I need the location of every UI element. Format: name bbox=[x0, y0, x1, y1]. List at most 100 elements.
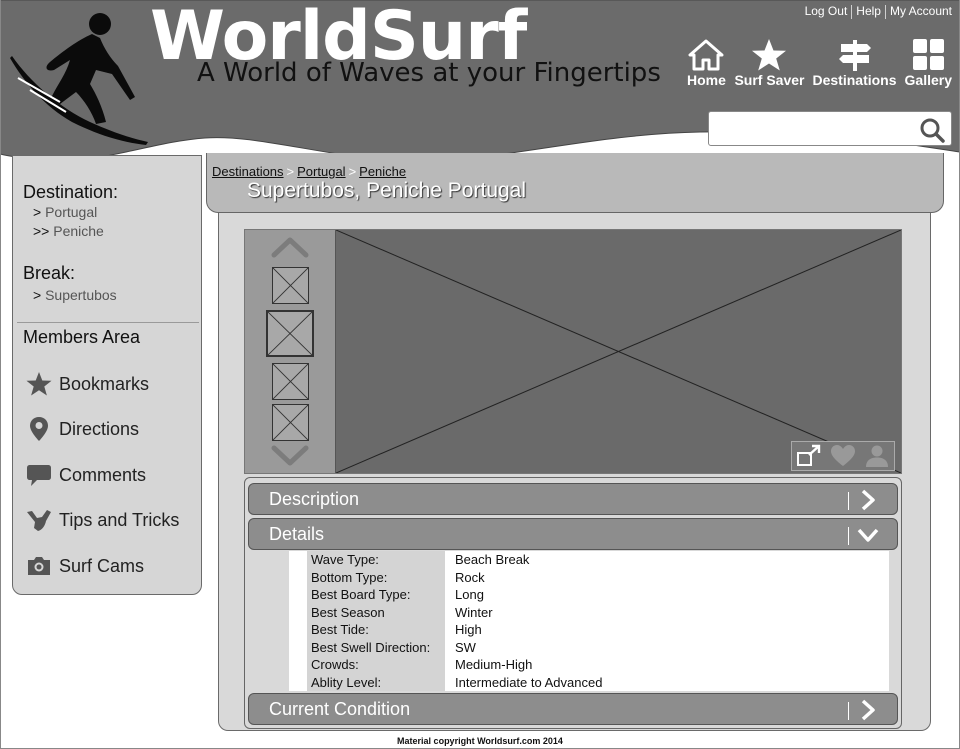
detail-value: Winter bbox=[455, 604, 493, 620]
details-panel: Wave Type: Beach Break Bottom Type: Rock B… bbox=[289, 551, 889, 691]
shaka-hand-icon bbox=[27, 510, 51, 531]
sidebar-item-label: Comments bbox=[59, 464, 147, 485]
accordion-current-condition[interactable]: Current Condition bbox=[248, 693, 898, 725]
accordion-details[interactable]: Details bbox=[248, 518, 898, 550]
breadcrumb-portugal[interactable]: Portugal bbox=[297, 164, 345, 179]
break-item-label[interactable]: Supertubos bbox=[45, 287, 117, 303]
accordion-label: Details bbox=[269, 524, 325, 544]
breadcrumb-destinations[interactable]: Destinations bbox=[212, 164, 284, 179]
expand-button[interactable] bbox=[792, 442, 826, 470]
detail-value: Medium-High bbox=[455, 657, 533, 673]
favorite-button[interactable] bbox=[826, 442, 860, 470]
my-account-link[interactable]: My Account bbox=[886, 4, 956, 19]
speech-bubble-icon bbox=[27, 465, 51, 486]
sidebar-item-label: Surf Cams bbox=[59, 555, 145, 576]
accordion-label: Description bbox=[269, 489, 360, 509]
detail-key: Best Tide: bbox=[307, 621, 445, 639]
destination-item-peniche[interactable]: >> Peniche bbox=[33, 223, 104, 239]
detail-value: Beach Break bbox=[455, 552, 530, 568]
destination-item-label[interactable]: Portugal bbox=[45, 204, 97, 220]
sidebar-item-comments[interactable]: Comments bbox=[25, 461, 146, 489]
nav-home-label: Home bbox=[687, 72, 726, 88]
chevron-down-icon bbox=[857, 528, 879, 542]
break-item-supertubos[interactable]: > Supertubos bbox=[33, 287, 117, 303]
logout-link[interactable]: Log Out bbox=[801, 4, 852, 19]
members-area-heading: Members Area bbox=[23, 327, 141, 347]
search-bar bbox=[708, 111, 952, 146]
frame-border bbox=[0, 0, 1, 749]
sidebar-item-directions[interactable]: Directions bbox=[25, 415, 139, 443]
nav-home[interactable]: Home bbox=[682, 38, 730, 88]
detail-value: High bbox=[455, 622, 482, 638]
detail-key: Best Board Type: bbox=[307, 586, 445, 604]
table-row: Crowds: Medium-High bbox=[307, 656, 889, 674]
level-marker: >> bbox=[33, 223, 50, 239]
copyright-footer: Material copyright Worldsurf.com 2014 bbox=[397, 736, 563, 746]
search-icon[interactable] bbox=[919, 117, 945, 143]
page-title: Supertubos, Peniche Portugal bbox=[247, 179, 527, 202]
accordion-divider bbox=[848, 527, 849, 545]
chevron-down-icon[interactable] bbox=[271, 445, 309, 467]
heart-icon bbox=[831, 445, 855, 466]
map-pin-icon bbox=[30, 417, 48, 441]
details-gutter bbox=[289, 551, 307, 691]
image-gallery bbox=[244, 229, 902, 474]
star-icon bbox=[752, 39, 787, 71]
table-row: Best Swell Direction: SW bbox=[307, 638, 889, 656]
nav-destinations[interactable]: Destinations bbox=[809, 38, 901, 88]
breadcrumb-peniche[interactable]: Peniche bbox=[359, 164, 406, 179]
table-row: Best Tide: High bbox=[307, 621, 889, 639]
detail-key: Best Swell Direction: bbox=[307, 638, 445, 656]
signpost-icon bbox=[838, 40, 871, 71]
breadcrumb-separator: > bbox=[348, 164, 357, 179]
detail-key: Best Season bbox=[307, 603, 445, 621]
search-input[interactable] bbox=[709, 112, 909, 145]
sidebar-item-bookmarks[interactable]: Bookmarks bbox=[25, 370, 149, 398]
thumbnail[interactable] bbox=[272, 363, 309, 400]
detail-key: Ablity Level: bbox=[307, 673, 445, 691]
help-link[interactable]: Help bbox=[852, 4, 885, 19]
thumbnail-selected[interactable] bbox=[266, 310, 314, 357]
chevron-right-icon bbox=[861, 699, 875, 721]
level-marker: > bbox=[33, 204, 42, 220]
detail-value: Intermediate to Advanced bbox=[455, 674, 603, 690]
main-image[interactable] bbox=[335, 230, 901, 473]
nav-surf-saver[interactable]: Surf Saver bbox=[730, 38, 808, 88]
level-marker: > bbox=[33, 287, 42, 303]
main-navigation: Home Surf Saver Destinations Gallery bbox=[682, 38, 956, 88]
chevron-up-icon[interactable] bbox=[271, 236, 309, 258]
star-icon bbox=[26, 372, 52, 396]
sidebar-item-surf-cams[interactable]: Surf Cams bbox=[25, 552, 144, 580]
details-table: Wave Type: Beach Break Bottom Type: Rock B… bbox=[307, 551, 889, 691]
page-title-bar: Destinations > Portugal > Peniche Supertubos… bbox=[206, 153, 944, 213]
sidebar-item-label: Directions bbox=[59, 418, 140, 439]
account-links: Log Out Help My Account bbox=[801, 4, 956, 19]
image-placeholder-icon bbox=[273, 268, 308, 303]
sidebar-item-label: Tips and Tricks bbox=[59, 509, 180, 530]
detail-value: Rock bbox=[455, 569, 485, 585]
chevron-right-icon bbox=[861, 489, 875, 511]
nav-gallery-label: Gallery bbox=[904, 72, 952, 88]
destination-item-portugal[interactable]: > Portugal bbox=[33, 204, 97, 220]
user-button[interactable] bbox=[860, 442, 894, 470]
thumbnail[interactable] bbox=[272, 267, 309, 304]
image-placeholder-icon bbox=[268, 312, 312, 355]
detail-key: Bottom Type: bbox=[307, 568, 445, 586]
detail-key: Wave Type: bbox=[307, 551, 445, 569]
sidebar: Destination: > Portugal >> Peniche Break… bbox=[12, 155, 202, 595]
nav-destinations-label: Destinations bbox=[812, 72, 897, 88]
home-icon bbox=[688, 39, 724, 71]
destination-heading: Destination: bbox=[23, 182, 119, 202]
thumbnail[interactable] bbox=[272, 404, 309, 441]
table-row: Wave Type: Beach Break bbox=[307, 551, 889, 569]
destination-item-label[interactable]: Peniche bbox=[53, 223, 104, 239]
grid-icon bbox=[913, 39, 945, 70]
site-tagline: A World of Waves at your Fingertips bbox=[197, 58, 661, 88]
accordion-divider bbox=[848, 702, 849, 720]
table-row: Ablity Level: Intermediate to Advanced bbox=[307, 673, 889, 691]
accordion-description[interactable]: Description bbox=[248, 483, 898, 515]
sidebar-item-tips-and-tricks[interactable]: Tips and Tricks bbox=[25, 506, 179, 534]
nav-gallery[interactable]: Gallery bbox=[901, 38, 956, 88]
detail-value: SW bbox=[455, 639, 476, 655]
sidebar-item-label: Bookmarks bbox=[59, 373, 150, 394]
